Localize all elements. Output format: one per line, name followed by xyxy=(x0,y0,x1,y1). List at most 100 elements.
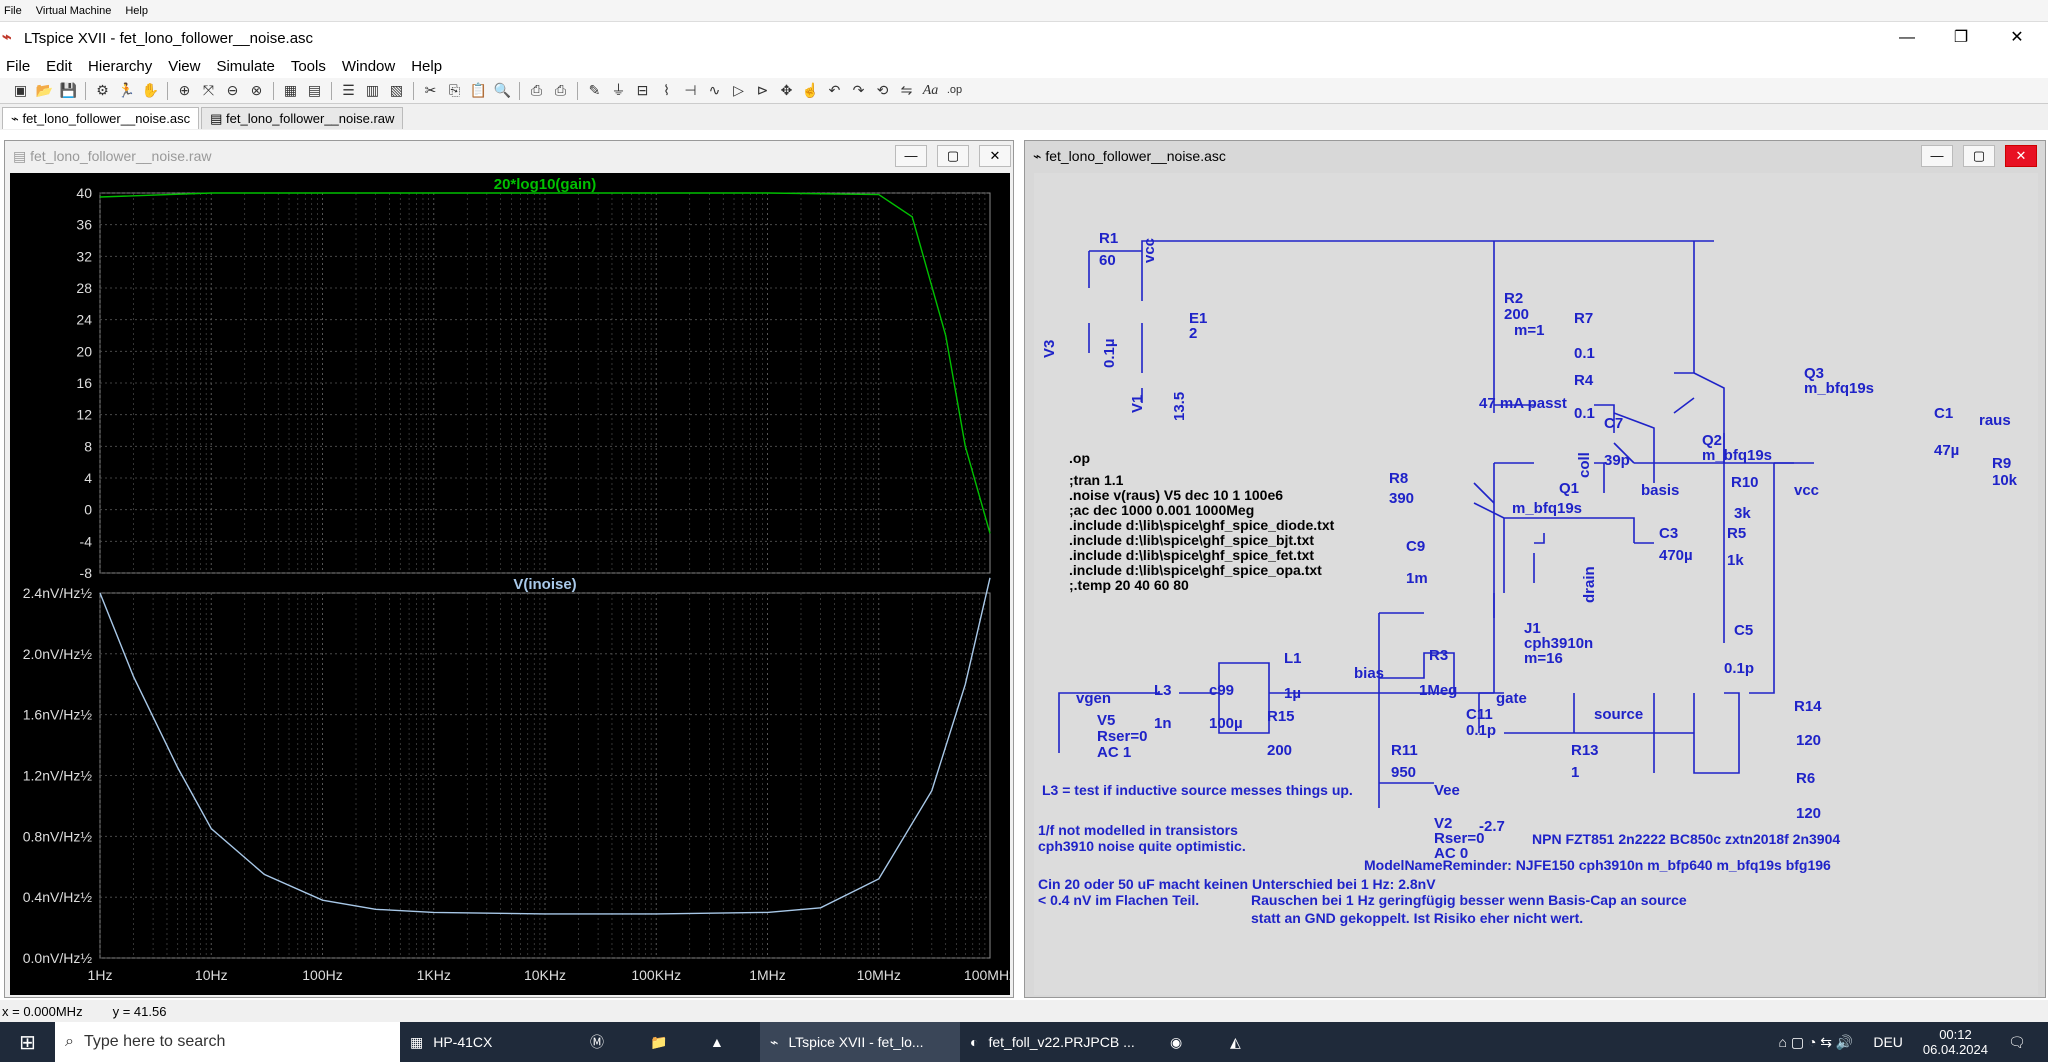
sch-minimize-button[interactable]: — xyxy=(1921,145,1953,167)
c11-value[interactable]: 0.1p xyxy=(1466,722,1496,739)
print-setup-icon[interactable]: ⎙ xyxy=(550,80,571,101)
cascade-icon[interactable]: ▧ xyxy=(386,80,407,101)
c9-ref[interactable]: C9 xyxy=(1406,538,1425,555)
comment-flach[interactable]: < 0.4 nV im Flachen Teil. xyxy=(1038,892,1199,908)
r15-value[interactable]: 200 xyxy=(1267,742,1292,759)
drain-net-label[interactable]: drain xyxy=(1581,566,1598,603)
j1-m[interactable]: m=16 xyxy=(1524,650,1563,667)
schematic-window[interactable]: ⌁ fet_lono_follower__noise.asc — ▢ ✕ R1 xyxy=(1024,140,2046,998)
text-icon[interactable]: Aa xyxy=(920,80,941,101)
close-icon[interactable]: ✕ xyxy=(1990,22,2044,54)
drag-icon[interactable]: ☝ xyxy=(800,80,821,101)
schematic-canvas[interactable]: R1 60 V3 0.1µ vcc E1 2 V1 13.5 R2 200 m=… xyxy=(1034,173,2038,995)
waveform-window[interactable]: ▤ fet_lono_follower__noise.raw — ▢ ✕ 40 3… xyxy=(4,140,1016,998)
spice-directive-icon[interactable]: .op xyxy=(944,80,965,101)
c1-value[interactable]: 47µ xyxy=(1934,442,1959,459)
q3-model[interactable]: m_bfq19s xyxy=(1804,380,1874,397)
menu-edit[interactable]: Edit xyxy=(46,58,72,75)
print-icon[interactable]: ⎙ xyxy=(526,80,547,101)
c1-ref[interactable]: C1 xyxy=(1934,405,1953,422)
c3-ref[interactable]: C3 xyxy=(1659,525,1678,542)
component-icon[interactable]: ⊳ xyxy=(752,80,773,101)
basis-net-label[interactable]: basis xyxy=(1641,482,1679,499)
taskbar-search-box[interactable]: ⌕ Type here to search xyxy=(55,1022,400,1062)
gate-net-label[interactable]: gate xyxy=(1496,690,1527,707)
c9-value[interactable]: 1m xyxy=(1406,570,1428,587)
c11-ref[interactable]: C11 xyxy=(1466,706,1493,723)
comment-model[interactable]: ModelNameReminder: NJFE150 cph3910n m_bf… xyxy=(1364,857,1831,873)
bias-net-label[interactable]: bias xyxy=(1354,665,1384,682)
directive-line[interactable]: .include d:\lib\spice\ghf_spice_diode.tx… xyxy=(1069,517,1335,533)
tray-language[interactable]: DEU xyxy=(1863,1022,1913,1062)
vcc-net-label[interactable]: vcc xyxy=(1141,238,1158,263)
r3-ref[interactable]: R3 xyxy=(1429,647,1448,664)
v5-ac[interactable]: AC 1 xyxy=(1097,744,1131,761)
taskbar-app-ltspice[interactable]: ⌁ LTspice XVII - fet_lo... xyxy=(760,1022,960,1062)
c5-value[interactable]: 0.1p xyxy=(1724,660,1754,677)
r2-ref[interactable]: R2 xyxy=(1504,290,1523,307)
menu-view[interactable]: View xyxy=(168,58,200,75)
taskbar-affinity-icon[interactable]: ▲ xyxy=(700,1022,760,1062)
e1-value[interactable]: 2 xyxy=(1189,325,1197,342)
plot-trace-title[interactable]: 20*log10(gain) xyxy=(494,176,597,193)
r10-ref[interactable]: R10 xyxy=(1731,474,1759,491)
taskbar-app-altium[interactable]: ◐ fet_foll_v22.PRJPCB ... xyxy=(960,1022,1160,1062)
zoom-out-icon[interactable]: ⊖ xyxy=(222,80,243,101)
r11-ref[interactable]: R11 xyxy=(1391,742,1418,759)
waveform-plots[interactable]: 4036322824201612840-4-820*log10(gain)2.4… xyxy=(10,173,1016,995)
directive-line[interactable]: .include d:\lib\spice\ghf_spice_opa.txt xyxy=(1069,562,1322,578)
r9-ref[interactable]: R9 xyxy=(1992,455,2011,472)
v3-value[interactable]: 0.1µ xyxy=(1101,339,1118,369)
cut-icon[interactable]: ✂ xyxy=(420,80,441,101)
minimize-icon[interactable]: — xyxy=(1880,22,1934,54)
tile-horizontal-icon[interactable]: ☰ xyxy=(338,80,359,101)
undo-icon[interactable]: ↶ xyxy=(824,80,845,101)
open-icon[interactable]: 📂 xyxy=(34,80,55,101)
r15-ref[interactable]: R15 xyxy=(1267,708,1295,725)
r8-value[interactable]: 390 xyxy=(1389,490,1414,507)
find-icon[interactable]: 🔍 xyxy=(492,80,513,101)
menu-file[interactable]: File xyxy=(6,58,30,75)
l1-ref[interactable]: L1 xyxy=(1284,650,1302,667)
taskbar-explorer-icon[interactable]: 📁 xyxy=(640,1022,700,1062)
c7-ref[interactable]: C7 xyxy=(1604,415,1623,432)
capacitor-icon[interactable]: ⊣ xyxy=(680,80,701,101)
vm-menu-file[interactable]: File xyxy=(4,5,22,17)
comment-l3[interactable]: L3 = test if inductive source messes thi… xyxy=(1042,782,1353,798)
r9-value[interactable]: 10k xyxy=(1992,472,2018,489)
r8-ref[interactable]: R8 xyxy=(1389,470,1408,487)
wire-icon[interactable]: ✎ xyxy=(584,80,605,101)
r6-value[interactable]: 120 xyxy=(1796,805,1821,822)
directive-line[interactable]: .op xyxy=(1069,450,1090,466)
r2-m[interactable]: m=1 xyxy=(1514,322,1544,339)
taskbar-mathcad-icon[interactable]: Ⓜ xyxy=(580,1022,640,1062)
menu-help[interactable]: Help xyxy=(411,58,442,75)
comment-risiko[interactable]: statt an GND gekoppelt. Ist Risiko eher … xyxy=(1251,910,1583,926)
menu-tools[interactable]: Tools xyxy=(291,58,326,75)
directive-line[interactable]: .include d:\lib\spice\ghf_spice_fet.txt xyxy=(1069,547,1314,563)
label-net-icon[interactable]: ⊟ xyxy=(632,80,653,101)
wave-minimize-button[interactable]: — xyxy=(895,145,927,167)
directive-line[interactable]: ;.temp 20 40 60 80 xyxy=(1069,577,1189,593)
menu-hierarchy[interactable]: Hierarchy xyxy=(88,58,152,75)
q2-model[interactable]: m_bfq19s xyxy=(1702,447,1772,464)
tray-icons[interactable]: ⌂ ▢ ◔ ⇆ 🔊 xyxy=(1768,1022,1863,1062)
vee-net-label[interactable]: Vee xyxy=(1434,782,1460,799)
c99-value[interactable]: 100µ xyxy=(1209,715,1243,732)
inductor-icon[interactable]: ∿ xyxy=(704,80,725,101)
r13-value[interactable]: 1 xyxy=(1571,764,1579,781)
vgen-net-label[interactable]: vgen xyxy=(1076,690,1111,707)
rotate-icon[interactable]: ⟲ xyxy=(872,80,893,101)
source-net-label[interactable]: source xyxy=(1594,706,1643,723)
tab-schematic[interactable]: ⌁ fet_lono_follower__noise.asc xyxy=(2,107,200,129)
taskbar-firefox-icon[interactable]: ◉ xyxy=(1160,1022,1220,1062)
taskbar-app-hp41[interactable]: ▦ HP-41CX xyxy=(400,1022,580,1062)
wave-maximize-button[interactable]: ▢ xyxy=(937,145,969,167)
v5-rser[interactable]: Rser=0 xyxy=(1097,728,1147,745)
comment-cph[interactable]: cph3910 noise quite optimistic. xyxy=(1038,838,1246,854)
diode-icon[interactable]: ▷ xyxy=(728,80,749,101)
c99-ref[interactable]: c99 xyxy=(1209,682,1234,699)
grid-icon[interactable]: ▤ xyxy=(304,80,325,101)
menu-window[interactable]: Window xyxy=(342,58,395,75)
taskbar-vpn-icon[interactable]: ◭ xyxy=(1220,1022,1280,1062)
